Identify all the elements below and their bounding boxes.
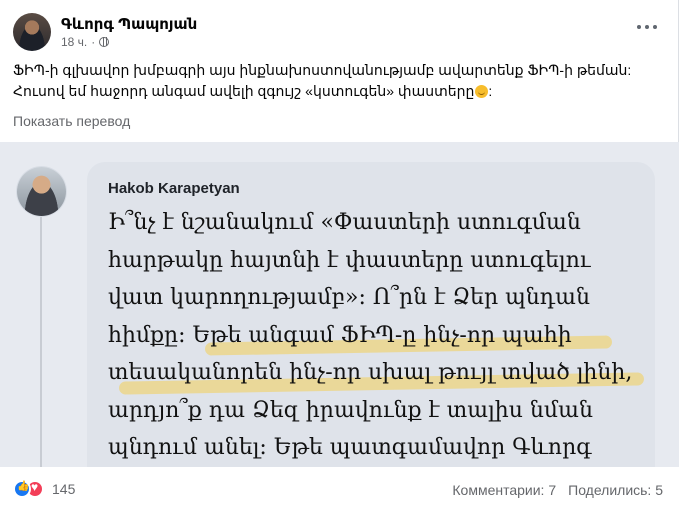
comments-count[interactable]: Комментарии: 7 [452,482,556,498]
shares-count[interactable]: Поделились: 5 [568,482,663,498]
post-stats: Комментарии: 7 Поделились: 5 [452,482,663,498]
reaction-count: 145 [52,481,76,497]
shared-comment-image[interactable]: Hakob Karapetyan Ի՞նչ է նշանակում «Փաստե… [0,142,679,467]
show-translation-link[interactable]: Показать перевод [13,113,130,129]
post-text: ՖԻՊ-ի գլխավոր խմբագրի այս ինքնախոստովանո… [13,62,632,99]
post-meta: 18 ч. · [61,35,110,49]
thread-line [40,217,42,467]
author-name[interactable]: Գևորգ Պապոյան [61,15,197,33]
separator-dot: · [91,35,96,49]
like-icon [13,480,31,498]
post-time[interactable]: 18 ч. [61,35,87,49]
globe-icon [99,37,110,47]
commenter-name: Hakob Karapetyan [108,180,240,197]
smile-emoji-icon [475,85,489,98]
post-footer: 145 Комментарии: 7 Поделились: 5 [0,467,679,510]
reaction-summary[interactable]: 145 [13,480,75,498]
post-text-content: ՖԻՊ-ի գլխավոր խմբագրի այս ինքնախոստովանո… [13,62,632,99]
comment-text: Ի՞նչ է նշանակում «Փաստերի ստուգման հարթա… [108,210,633,460]
more-icon[interactable] [633,19,661,35]
facebook-post: Գևորգ Պապոյան 18 ч. · ՖԻՊ-ի գլխավոր խմբա… [0,0,679,510]
author-avatar[interactable] [13,13,51,51]
commenter-avatar [17,167,66,216]
